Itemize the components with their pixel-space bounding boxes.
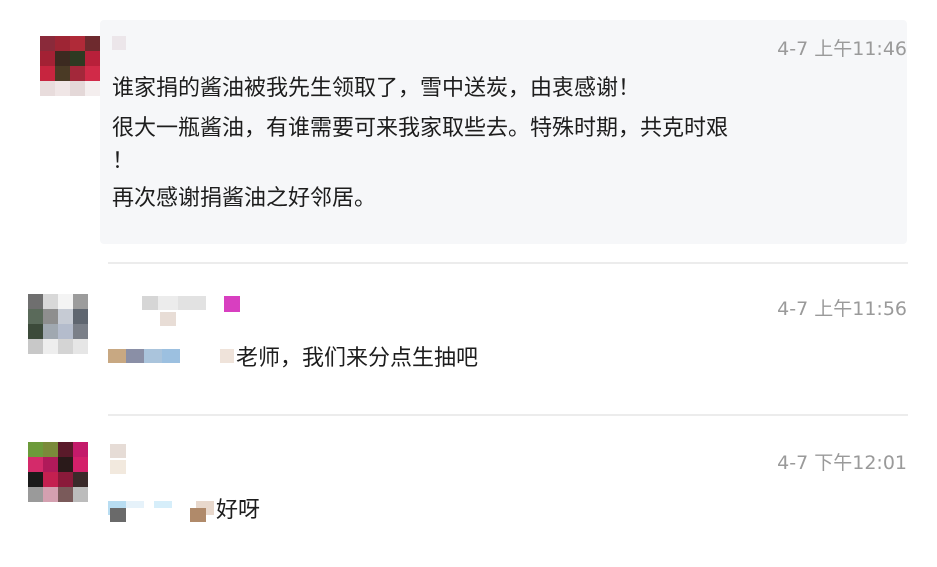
avatar[interactable] bbox=[28, 294, 88, 354]
comment-item: 4-7 上午11:56 老师，我们来分点生抽吧 bbox=[0, 264, 937, 414]
timestamp: 4-7 上午11:56 bbox=[777, 298, 907, 320]
username-blurred-2 bbox=[160, 312, 176, 326]
timestamp: 4-7 下午12:01 bbox=[777, 452, 907, 474]
comment-item: 4-7 下午12:01 好呀 bbox=[0, 416, 937, 567]
mention-blurred-2 bbox=[110, 508, 206, 522]
comment-text: 好呀 bbox=[216, 498, 261, 523]
comment-text: 老师，我们来分点生抽吧 bbox=[236, 346, 479, 371]
comment-text-line-3: ！ bbox=[112, 149, 135, 174]
comment-item: 4-7 上午11:46 谁家捐的酱油被我先生领取了，雪中送炭，由衷感谢！ 很大一… bbox=[0, 0, 937, 262]
username-blurred[interactable] bbox=[142, 296, 206, 310]
comment-text-line-2: 很大一瓶酱油，有谁需要可来我家取些去。特殊时期，共克时艰 bbox=[112, 116, 729, 141]
avatar[interactable] bbox=[28, 442, 88, 502]
badge-icon bbox=[224, 296, 240, 312]
comment-text-line-4: 再次感谢捐酱油之好邻居。 bbox=[112, 186, 377, 211]
username-blurred[interactable] bbox=[110, 444, 126, 458]
comment-body: 老师，我们来分点生抽吧 bbox=[108, 340, 478, 372]
comment-text-line-1: 谁家捐的酱油被我先生领取了，雪中送炭，由衷感谢！ bbox=[112, 76, 641, 101]
timestamp: 4-7 上午11:46 bbox=[777, 38, 907, 60]
username-blurred[interactable] bbox=[112, 36, 126, 50]
username-blurred-2 bbox=[110, 460, 126, 474]
mention-blurred[interactable] bbox=[108, 349, 234, 363]
avatar[interactable] bbox=[40, 36, 100, 96]
